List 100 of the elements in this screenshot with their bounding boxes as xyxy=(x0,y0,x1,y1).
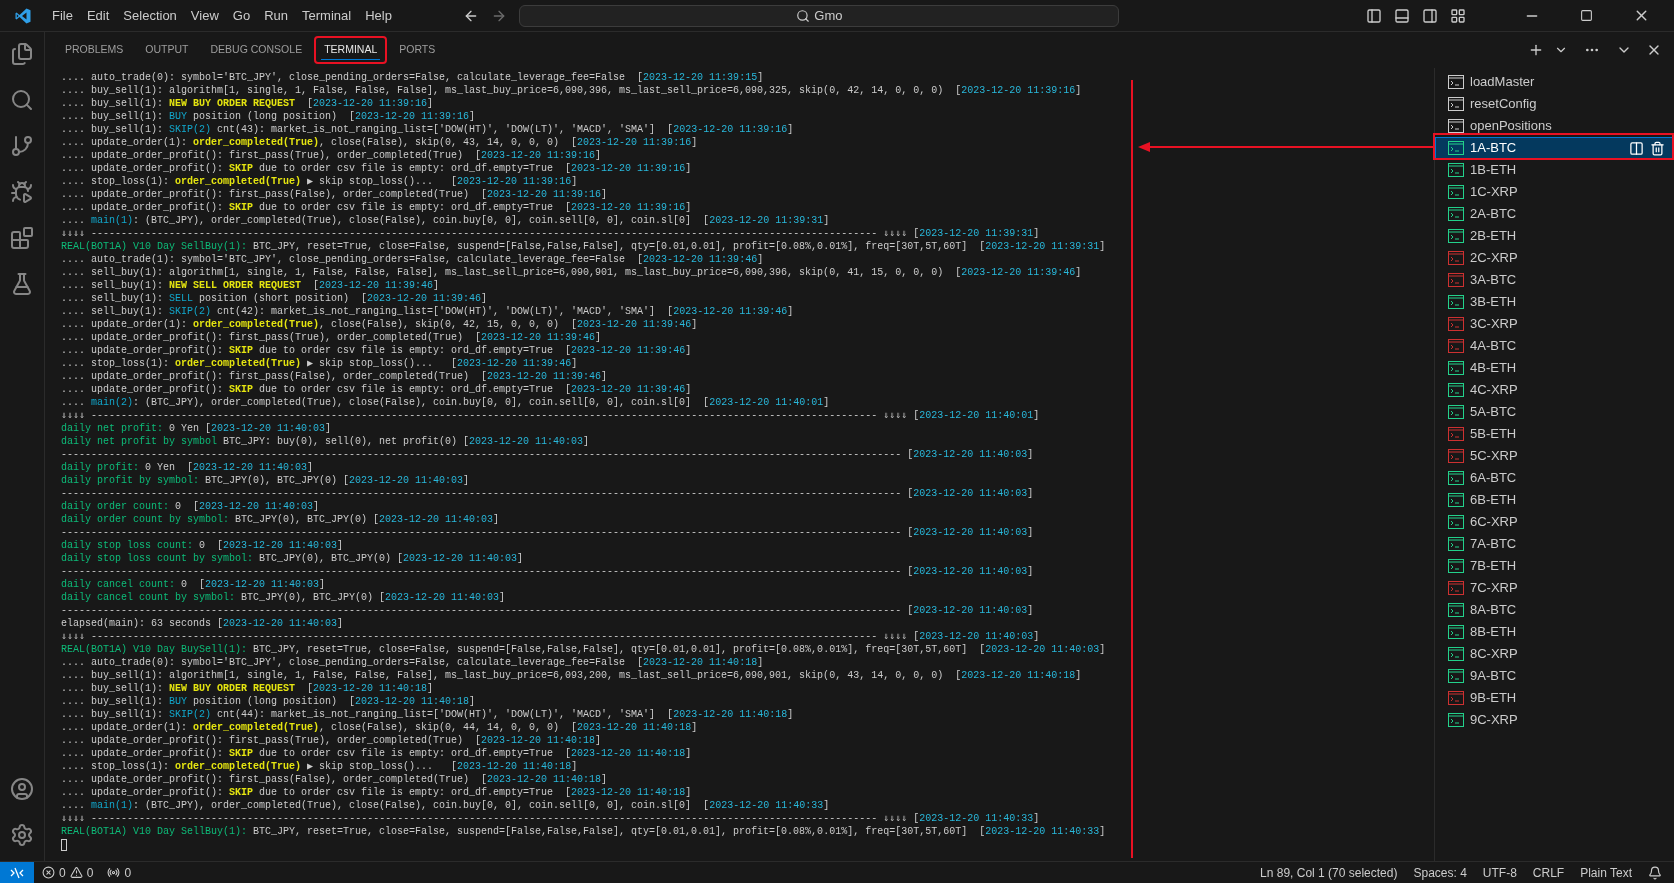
menu-item[interactable]: Run xyxy=(257,2,295,29)
terminal-list-item[interactable]: 6C-XRP xyxy=(1435,511,1674,533)
explorer-icon[interactable] xyxy=(10,42,34,66)
terminal-icon xyxy=(1448,427,1464,441)
status-item[interactable]: Ln 89, Col 1 (70 selected) xyxy=(1260,863,1398,882)
terminal-list-item[interactable]: resetConfig xyxy=(1435,93,1674,115)
menu-item[interactable]: File xyxy=(45,2,80,29)
warning-count: 0 xyxy=(86,864,94,882)
terminal-list-item[interactable]: 3C-XRP xyxy=(1435,313,1674,335)
app-logo-icon xyxy=(14,7,31,24)
terminal-list-item[interactable]: 7A-BTC xyxy=(1435,533,1674,555)
terminal-icon xyxy=(1448,207,1464,221)
terminal-list-item[interactable]: 8A-BTC xyxy=(1435,599,1674,621)
terminal-icon xyxy=(1448,97,1464,111)
terminal-line: .... update_order_profit(): first_pass(False), order_completed(True) [2023-12-20 11:40:18] xyxy=(61,773,608,786)
terminal-line: REAL(BOT1A) V10 Day BuySell(1): BTC_JPY, reset=True, close=False, suspend=[False,False,False], qty=[0.01,0.01], profit=[0.08%,0.01%], freq=[30T,5T,60T] [2023-12-20 11:40:03] xyxy=(61,643,1106,656)
terminal-list-item[interactable]: 7B-ETH xyxy=(1435,555,1674,577)
terminal-icon xyxy=(1448,625,1464,639)
terminal-line: .... main(1): (BTC_JPY), order_completed(True), close(False), coin.buy[0, 0], coin.sell[0, 0], coin.sl[0] [2023-12-20 11:40:33] xyxy=(61,799,830,812)
terminal-icon xyxy=(1448,449,1464,463)
terminal-icon xyxy=(1448,317,1464,331)
panel-tab[interactable]: PORTS xyxy=(396,40,439,60)
new-terminal-icon[interactable] xyxy=(1528,42,1544,58)
menu-item[interactable]: Selection xyxy=(116,2,184,29)
terminal-line: ⇓⇓⇓⇓ ----------------------------------------------------------------------------------------------------------------------------------- ⇓⇓⇓⇓ [2023-12-20 11:40:33] xyxy=(61,812,1040,825)
terminal-list-item[interactable]: 9A-BTC xyxy=(1435,665,1674,687)
remote-button[interactable] xyxy=(0,862,34,883)
terminal-list-item[interactable]: 1A-BTC xyxy=(1435,137,1674,159)
terminal-list-item[interactable]: 5B-ETH xyxy=(1435,423,1674,445)
layout-icon[interactable] xyxy=(1450,7,1466,24)
panel-tab[interactable]: TERMINAL xyxy=(321,40,381,60)
terminal-list-item[interactable]: 3A-BTC xyxy=(1435,269,1674,291)
split-icon[interactable] xyxy=(1629,140,1644,156)
terminal-list-item[interactable]: 9B-ETH xyxy=(1435,687,1674,709)
flask-icon[interactable] xyxy=(10,272,34,296)
terminal-list-item[interactable]: 5C-XRP xyxy=(1435,445,1674,467)
terminal-list-item[interactable]: 1B-ETH xyxy=(1435,159,1674,181)
terminal-list-item[interactable]: 4A-BTC xyxy=(1435,335,1674,357)
trash-icon[interactable] xyxy=(1650,140,1665,156)
terminal-icon xyxy=(1448,75,1464,89)
terminal-icon xyxy=(1448,669,1464,683)
panel-tab[interactable]: PROBLEMS xyxy=(62,40,127,60)
status-item[interactable]: Spaces: 4 xyxy=(1413,863,1467,882)
terminal-icon xyxy=(1448,603,1464,617)
account-icon[interactable] xyxy=(10,777,34,801)
terminal-line: -------------------------------------------------------------------------------------------------------------------------------------------- [2023-12-20 11:40:03] xyxy=(61,565,1034,578)
terminal-line: REAL(BOT1A) V10 Day SellBuy(1): BTC_JPY, reset=True, close=False, suspend=[False,False,False], qty=[0.01,0.01], profit=[0.08%,0.01%], freq=[30T,5T,60T] [2023-12-20 11:40:33] xyxy=(61,825,1106,838)
terminal-list-item[interactable]: 8B-ETH xyxy=(1435,621,1674,643)
menu-item[interactable]: Terminal xyxy=(295,2,359,29)
status-item[interactable]: UTF-8 xyxy=(1482,863,1517,882)
notifications-icon[interactable] xyxy=(1648,865,1662,880)
panel-toggle-icon[interactable] xyxy=(1394,7,1410,24)
sidebar-toggle-icon[interactable] xyxy=(1366,7,1382,24)
terminal-icon xyxy=(1448,647,1464,661)
terminal-list-item[interactable]: 6B-ETH xyxy=(1435,489,1674,511)
terminal-cursor xyxy=(61,839,67,851)
maximize-icon[interactable] xyxy=(1580,9,1593,22)
terminal-line: .... update_order_profit(): SKIP due to order csv file is empty: ord_df.empty=True [2023-12-20 11:39:46] xyxy=(61,383,692,396)
status-item[interactable]: Plain Text xyxy=(1580,863,1632,882)
terminal-line: -------------------------------------------------------------------------------------------------------------------------------------------- [2023-12-20 11:40:03] xyxy=(61,604,1034,617)
terminal-icon xyxy=(1448,691,1464,705)
terminal-list-item[interactable]: 4C-XRP xyxy=(1435,379,1674,401)
terminal-list-item[interactable]: 6A-BTC xyxy=(1435,467,1674,489)
run-debug-icon[interactable] xyxy=(10,180,34,204)
terminal-line: .... sell_buy(1): SKIP(2) cnt(42): market_is_not_ranging_list=['DOW(HT)', 'DOW(LT)', 'MACD', 'SMA'] [2023-12-20 11:39:46] xyxy=(61,305,794,318)
terminal-list-item[interactable]: 9C-XRP xyxy=(1435,709,1674,731)
panel-tab[interactable]: DEBUG CONSOLE xyxy=(207,40,306,60)
status-item[interactable]: CRLF xyxy=(1532,863,1565,882)
terminal-list-item[interactable]: 7C-XRP xyxy=(1435,577,1674,599)
terminal-list-item[interactable]: loadMaster xyxy=(1435,71,1674,93)
terminal-list-item[interactable]: 2B-ETH xyxy=(1435,225,1674,247)
menu-item[interactable]: Help xyxy=(358,2,399,29)
terminal-icon xyxy=(1448,537,1464,551)
extensions-icon[interactable] xyxy=(10,226,34,250)
terminal-icon xyxy=(1448,515,1464,529)
terminal-list-item[interactable]: 4B-ETH xyxy=(1435,357,1674,379)
menu-item[interactable]: Go xyxy=(225,2,258,29)
terminal-list-item[interactable]: 1C-XRP xyxy=(1435,181,1674,203)
terminal-list-item[interactable]: 2C-XRP xyxy=(1435,247,1674,269)
source-control-icon[interactable] xyxy=(10,134,34,158)
terminal-line: .... buy_sell(1): NEW BUY ORDER REQUEST [2023-12-20 11:39:16] xyxy=(61,97,434,110)
command-center[interactable]: Gmo xyxy=(519,4,1120,27)
terminal-line: .... buy_sell(1): SKIP(2) cnt(43): market_is_not_ranging_list=['DOW(HT)', 'DOW(LT)', 'MACD', 'SMA'] [2023-12-20 11:39:16] xyxy=(61,123,794,136)
search-icon[interactable] xyxy=(10,88,34,112)
terminal-icon xyxy=(1448,713,1464,727)
terminal-line: .... update_order_profit(): first_pass(True), order_completed(True) [2023-12-20 11:39:16] xyxy=(61,149,602,162)
terminal-line: .... stop_loss(1): order_completed(True) ▶ skip stop_loss()... [2023-12-20 11:39:46] xyxy=(61,357,578,370)
terminal-icon xyxy=(1448,581,1464,595)
settings-icon[interactable] xyxy=(10,823,34,847)
terminal-list-item[interactable]: 5A-BTC xyxy=(1435,401,1674,423)
terminal-list-item[interactable]: 2A-BTC xyxy=(1435,203,1674,225)
terminal-list-item[interactable]: 8C-XRP xyxy=(1435,643,1674,665)
secondary-sidebar-icon[interactable] xyxy=(1422,7,1438,24)
terminal-line: .... update_order_profit(): first_pass(False), order_completed(True) [2023-12-20 11:39:16] xyxy=(61,188,608,201)
menu-item[interactable]: Edit xyxy=(79,2,117,29)
menu-item[interactable]: View xyxy=(183,2,226,29)
terminal-list-item[interactable]: openPositions xyxy=(1435,115,1674,137)
terminal-line: -------------------------------------------------------------------------------------------------------------------------------------------- [2023-12-20 11:40:03] xyxy=(61,526,1034,539)
panel-tab[interactable]: OUTPUT xyxy=(142,40,192,60)
terminal-list-item[interactable]: 3B-ETH xyxy=(1435,291,1674,313)
